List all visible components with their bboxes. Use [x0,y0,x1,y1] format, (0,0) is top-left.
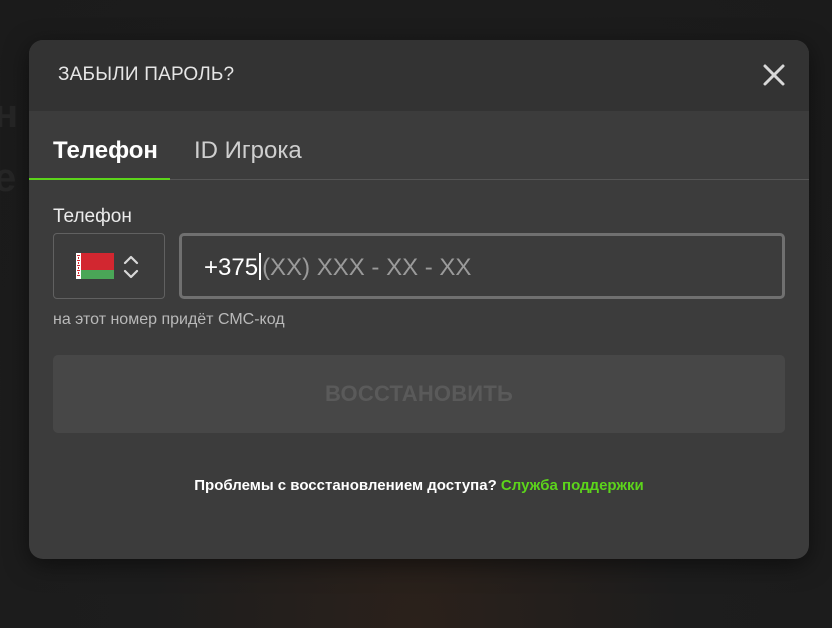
chevron-up-down-icon [123,255,139,279]
modal-header: ЗАБЫЛИ ПАРОЛЬ? [29,40,809,111]
forgot-password-modal: ЗАБЫЛИ ПАРОЛЬ? Телефон ID Игрока Телефон [29,40,809,559]
restore-button-label: ВОССТАНОВИТЬ [325,381,513,406]
support-question: Проблемы с восстановлением доступа? [194,477,497,494]
restore-button[interactable]: ВОССТАНОВИТЬ [53,355,785,433]
sms-hint: на этот номер придёт СМС-код [53,311,285,328]
phone-number-input[interactable]: +375 (XX) XXX - XX - XX [179,233,785,299]
phone-field-label: Телефон [53,206,132,227]
phone-prefix: +375 [204,254,259,281]
tab-player-id[interactable]: ID Игрока [194,137,302,165]
background-ghost-text: не [0,92,19,200]
phone-input-value: +375 (XX) XXX - XX - XX [204,253,471,282]
belarus-flag-icon [76,253,114,279]
active-tab-indicator [29,178,170,180]
phone-mask-placeholder: (XX) XXX - XX - XX [262,254,472,281]
recovery-method-tabs: Телефон ID Игрока [29,111,809,180]
close-button[interactable] [759,60,789,90]
tab-phone[interactable]: Телефон [53,137,158,165]
close-icon [763,64,785,86]
modal-title: ЗАБЫЛИ ПАРОЛЬ? [58,64,235,85]
support-footer: Проблемы с восстановлением доступа? Служ… [29,477,809,494]
support-link[interactable]: Служба поддержки [501,477,644,494]
country-code-select[interactable] [53,233,165,299]
text-caret [259,253,262,280]
